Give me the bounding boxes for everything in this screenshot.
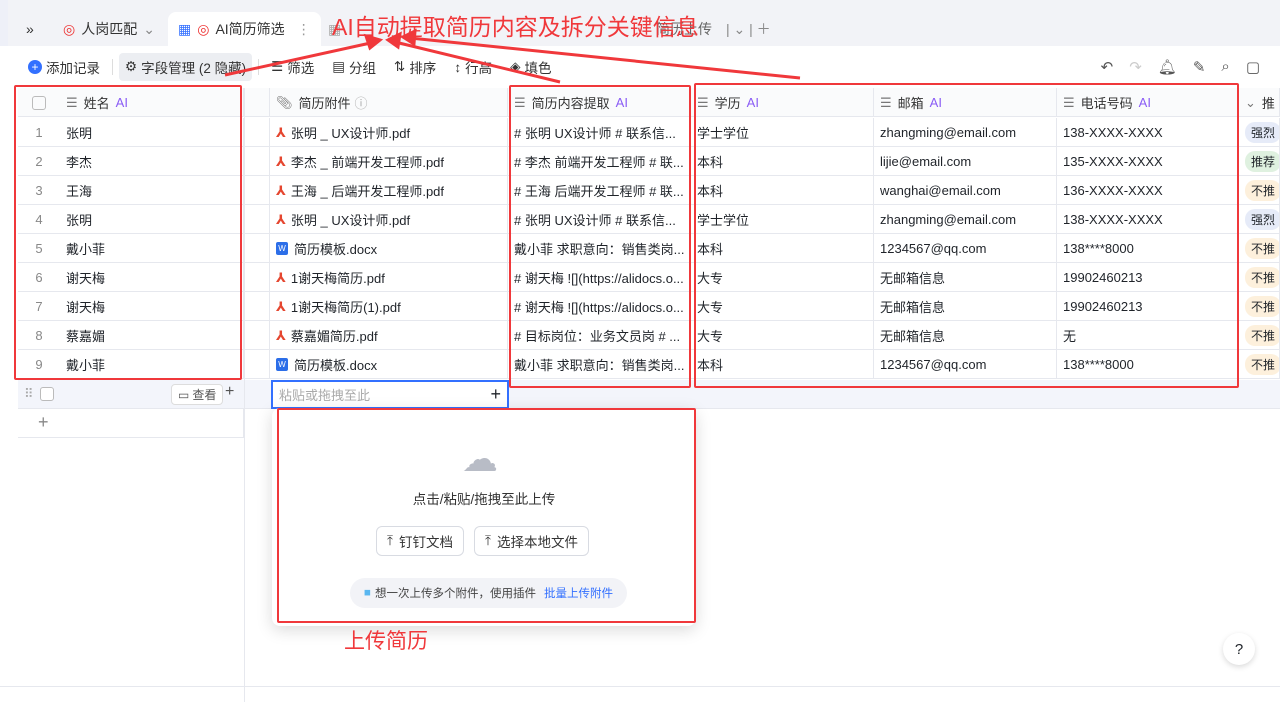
annotation-arrows [224, 28, 801, 84]
annotation-text-top: AI自动提取简历内容及拆分关键信息 [332, 14, 699, 40]
annotation-text-bottom: 上传简历 [344, 630, 428, 653]
